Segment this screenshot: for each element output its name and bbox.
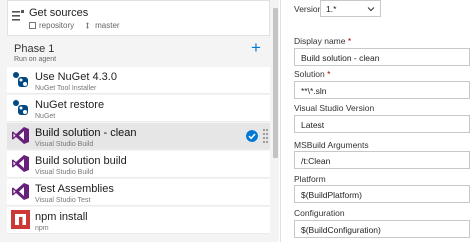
msbuild-arguments-label: MSBuild Arguments	[294, 140, 369, 150]
visual-studio-test-icon	[12, 183, 29, 200]
task-item-npm-install[interactable]: npm install npm	[7, 207, 270, 234]
drag-handle-icon[interactable]	[263, 128, 268, 145]
chevron-down-icon	[367, 7, 375, 12]
display-name-label: Display name *	[294, 36, 352, 46]
npm-icon	[11, 210, 30, 229]
configuration-field[interactable]: $(BuildConfiguration)	[294, 220, 470, 238]
task-type: NuGet Tool Installer	[35, 85, 97, 92]
task-type: npm	[35, 225, 49, 232]
task-type: Visual Studio Test	[35, 197, 91, 204]
task-item-build-solution-clean[interactable]: Build solution - clean Visual Studio Bui…	[7, 123, 270, 150]
phase-header[interactable]: Phase 1 Run on agent +	[7, 38, 270, 65]
task-name: Build solution - clean	[35, 127, 137, 139]
repository-name: repository	[39, 21, 75, 30]
display-name-field[interactable]: Build solution - clean	[294, 48, 470, 66]
repository-icon	[29, 22, 36, 29]
get-sources-title: Get sources	[29, 7, 89, 19]
get-sources-item[interactable]: Get sources repository master	[7, 0, 270, 36]
phase-title: Phase 1	[14, 43, 55, 55]
solution-field[interactable]: **\*.sln	[294, 81, 470, 99]
plus-icon[interactable]: +	[249, 39, 263, 56]
vs-version-field[interactable]: Latest	[294, 115, 470, 133]
get-sources-meta: repository master	[29, 21, 120, 30]
scrollbar-thumb[interactable]	[273, 8, 278, 158]
task-name: Test Assemblies	[35, 183, 114, 195]
task-name: NuGet restore	[35, 99, 105, 111]
task-type: Visual Studio Build	[35, 141, 94, 148]
solution-label: Solution *	[294, 69, 331, 79]
configuration-label: Configuration	[294, 208, 345, 218]
task-name: Use NuGet 4.3.0	[35, 71, 117, 83]
task-type: NuGet	[35, 113, 56, 120]
task-item-nuget-restore[interactable]: NuGet restore NuGet	[7, 95, 270, 122]
visual-studio-icon	[12, 127, 29, 144]
branch-name: master	[95, 21, 120, 30]
task-item-test-assemblies[interactable]: Test Assemblies Visual Studio Test	[7, 179, 270, 206]
version-dropdown[interactable]: 1.*	[320, 0, 381, 17]
checkmark-icon	[246, 130, 258, 142]
nuget-icon	[11, 70, 30, 89]
version-value: 1.*	[326, 4, 337, 14]
task-name: npm install	[35, 211, 88, 223]
phase-subtitle: Run on agent	[14, 56, 57, 63]
nuget-icon	[13, 100, 28, 115]
task-item-use-nuget[interactable]: Use NuGet 4.3.0 NuGet Tool Installer	[7, 67, 270, 94]
task-item-build-solution-build[interactable]: Build solution build Visual Studio Build	[7, 151, 270, 178]
task-name: Build solution build	[35, 155, 127, 167]
task-list-pane: Get sources repository master Phase 1 Ru…	[0, 0, 279, 242]
vs-version-label: Visual Studio Version	[294, 103, 375, 113]
platform-label: Platform	[294, 174, 326, 184]
pane-divider	[280, 0, 281, 242]
platform-field[interactable]: $(BuildPlatform)	[294, 185, 470, 203]
branch-icon	[86, 22, 89, 29]
visual-studio-icon	[12, 155, 29, 172]
version-label: Version	[294, 4, 323, 14]
task-type: Visual Studio Build	[35, 169, 94, 176]
msbuild-arguments-field[interactable]: /t:Clean	[294, 151, 470, 169]
source-repo-icon	[12, 10, 24, 21]
